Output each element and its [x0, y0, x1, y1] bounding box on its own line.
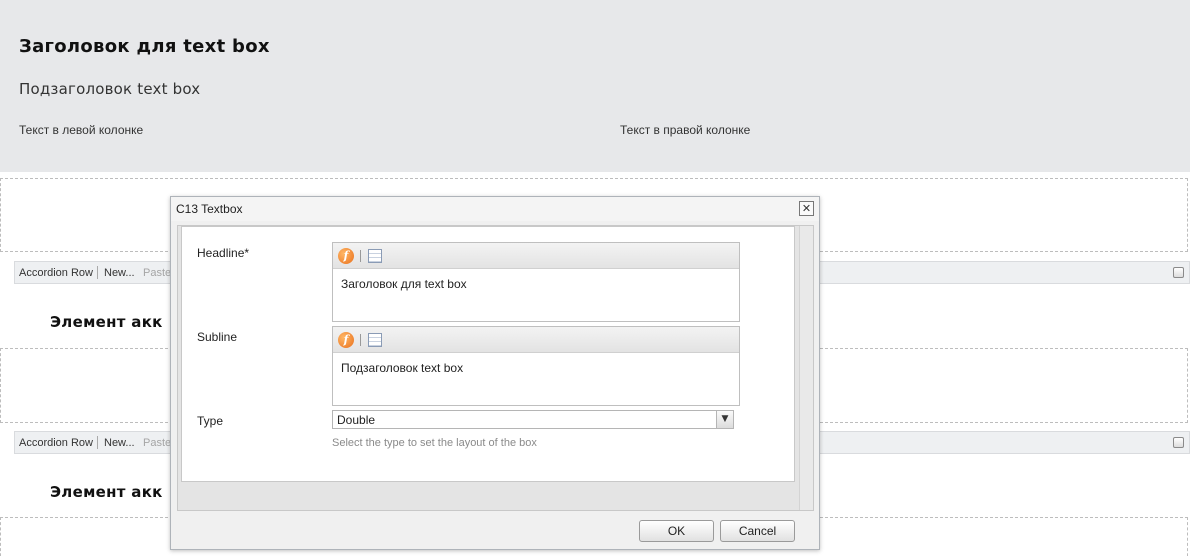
format-icon[interactable]: f: [338, 248, 354, 264]
accordion-row-label[interactable]: Accordion Row: [19, 267, 93, 279]
textbox-subline: Подзаголовок text box: [19, 80, 201, 98]
right-column-text: Текст в правой колонке: [620, 123, 751, 137]
new-button[interactable]: New...: [104, 267, 135, 279]
type-select[interactable]: Double ▼: [332, 410, 734, 429]
toolbar-separator: [360, 334, 361, 346]
paste-button[interactable]: Paste: [143, 437, 171, 449]
editbar-separator: [97, 436, 98, 449]
edit-source-icon[interactable]: [368, 249, 382, 263]
headline-richtext-editor[interactable]: f Заголовок для text box: [332, 242, 740, 322]
editbar-checkbox[interactable]: [1173, 437, 1184, 448]
format-icon[interactable]: f: [338, 332, 354, 348]
textbox-component-preview: Заголовок для text box Подзаголовок text…: [0, 0, 1190, 172]
new-button[interactable]: New...: [104, 437, 135, 449]
subline-richtext-editor[interactable]: f Подзаголовок text box: [332, 326, 740, 406]
subline-field[interactable]: Подзаголовок text box: [341, 361, 463, 375]
rte-toolbar: f: [333, 327, 739, 353]
dialog-title: C13 Textbox: [176, 202, 243, 216]
type-select-value: Double: [337, 413, 376, 427]
vertical-scrollbar[interactable]: [799, 226, 813, 510]
dialog-header[interactable]: C13 Textbox ✕: [171, 197, 819, 221]
accordion-row-label[interactable]: Accordion Row: [19, 437, 93, 449]
paste-button[interactable]: Paste: [143, 267, 171, 279]
editbar-separator: [97, 266, 98, 279]
toolbar-separator: [360, 250, 361, 262]
edit-source-icon[interactable]: [368, 333, 382, 347]
headline-label: Headline*: [197, 246, 250, 260]
textbox-headline: Заголовок для text box: [19, 36, 270, 57]
ok-button[interactable]: OK: [639, 520, 714, 542]
subline-label: Subline: [197, 330, 238, 344]
type-hint: Select the type to set the layout of the…: [332, 437, 537, 449]
headline-field[interactable]: Заголовок для text box: [341, 277, 467, 291]
dialog-body: Headline* f Заголовок для text box Subli…: [177, 225, 814, 511]
textbox-dialog: C13 Textbox ✕ Headline* f Заголовок для …: [170, 196, 820, 550]
close-icon[interactable]: ✕: [799, 201, 814, 216]
left-column-text: Текст в левой колонке: [19, 123, 144, 137]
cancel-button[interactable]: Cancel: [720, 520, 795, 542]
form-panel: Headline* f Заголовок для text box Subli…: [181, 226, 795, 482]
accordion-element-title: Элемент акк: [50, 483, 163, 501]
rte-toolbar: f: [333, 243, 739, 269]
type-label: Type: [197, 414, 224, 428]
chevron-down-icon[interactable]: ▼: [716, 411, 733, 428]
editbar-checkbox[interactable]: [1173, 267, 1184, 278]
accordion-element-title: Элемент акк: [50, 313, 163, 331]
